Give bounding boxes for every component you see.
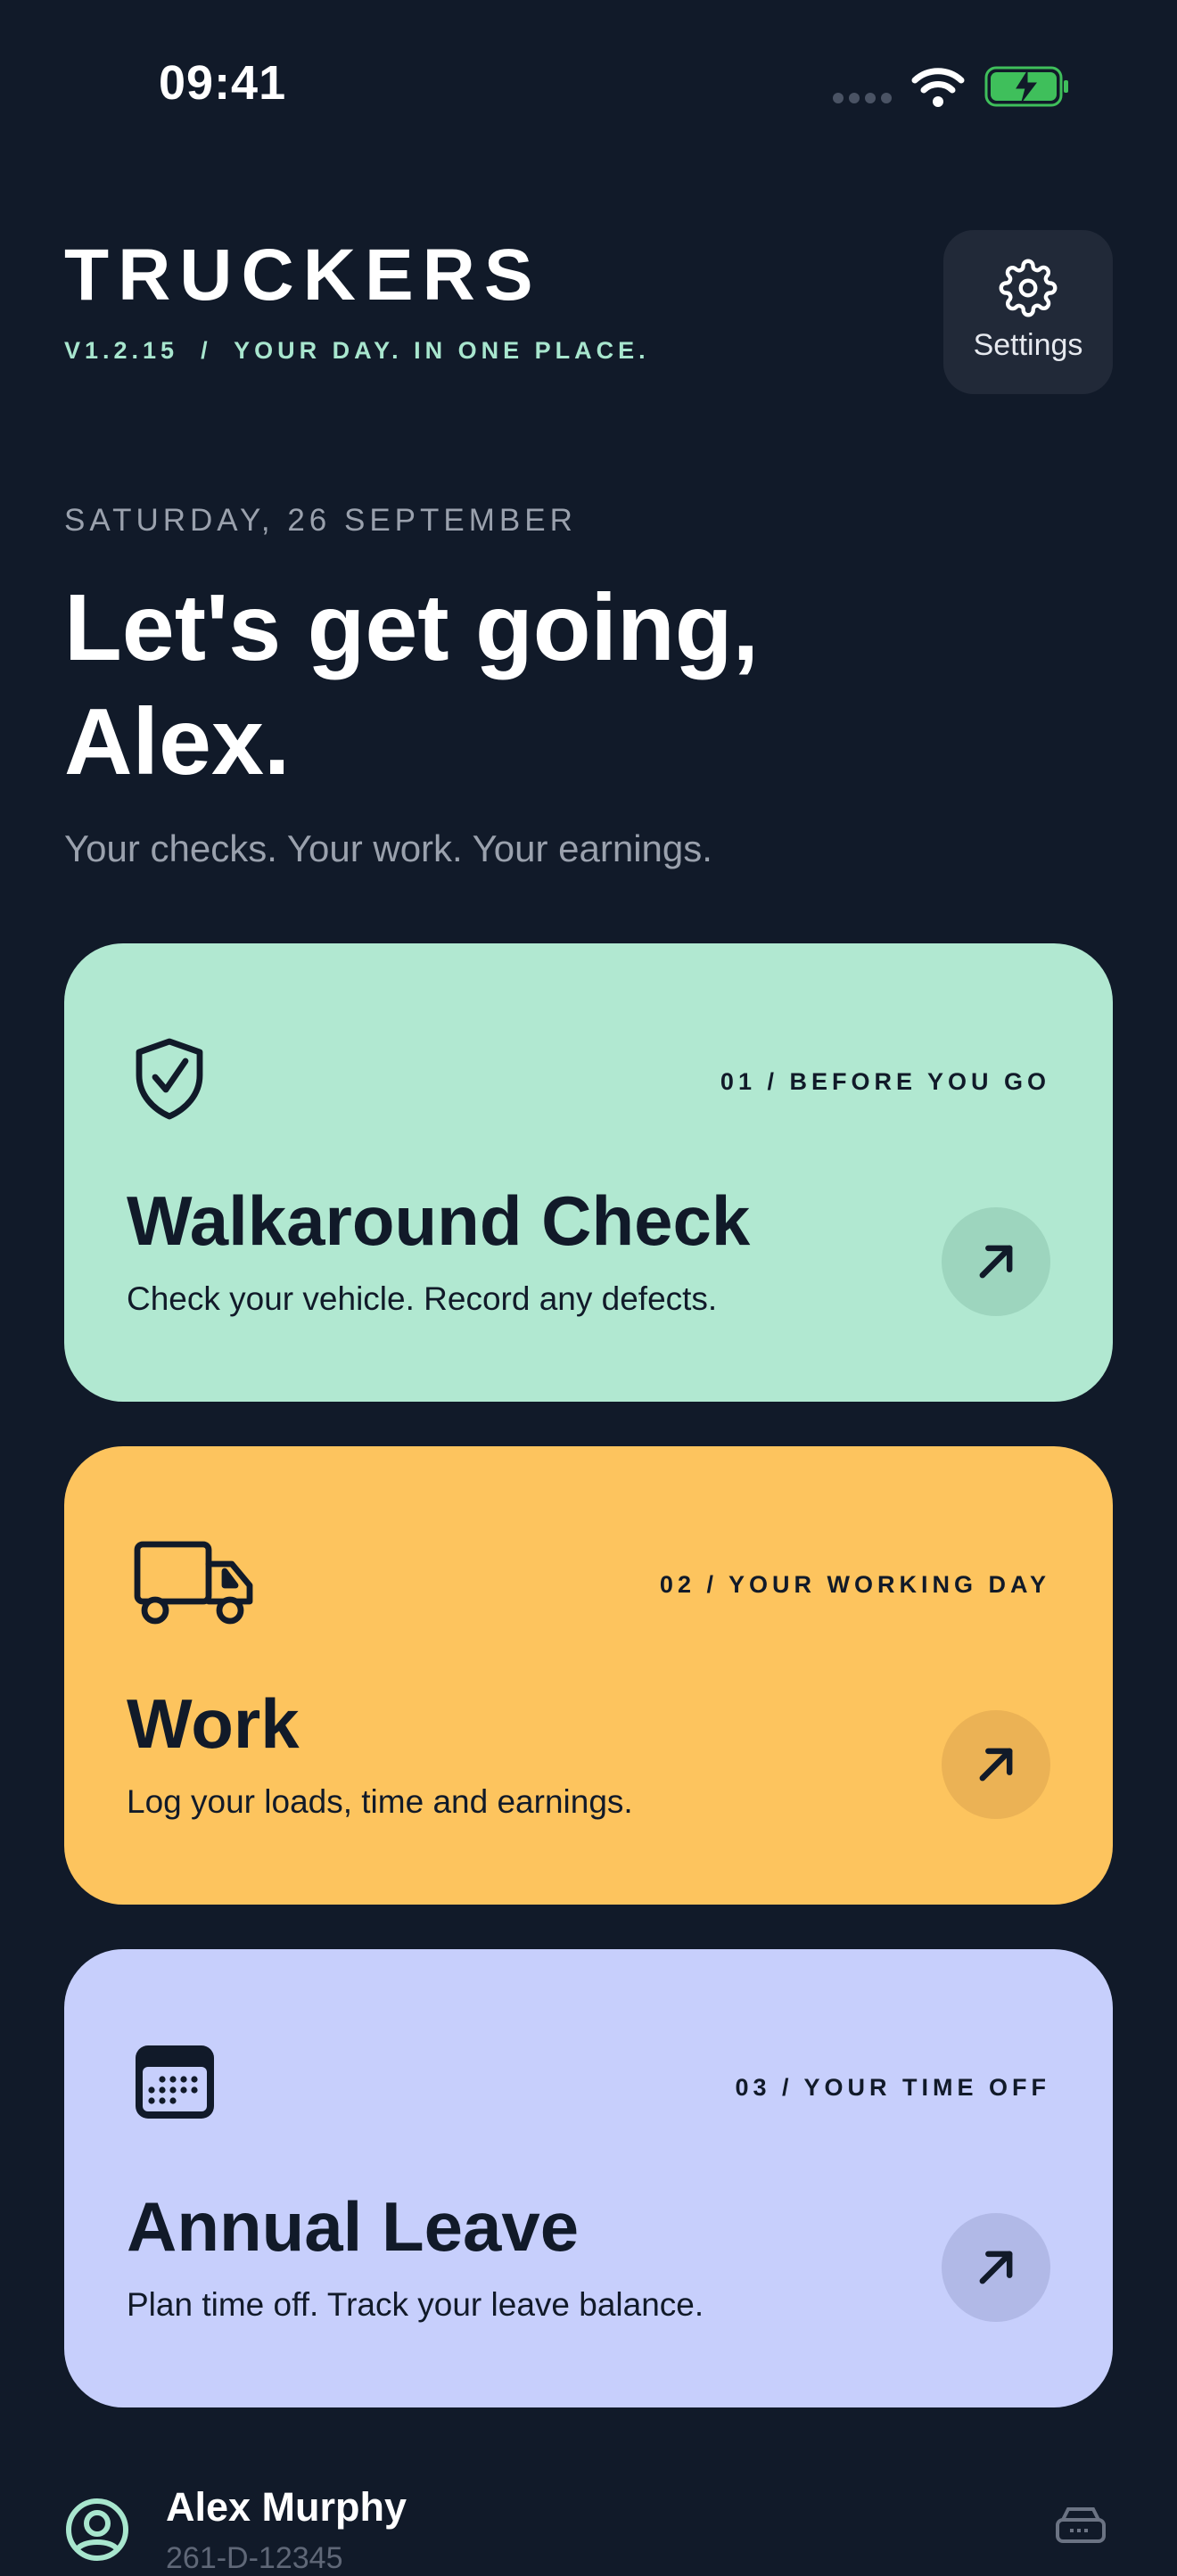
settings-button[interactable]: Settings <box>943 230 1113 394</box>
cellular-signal-icon <box>833 93 892 103</box>
card-description: Check your vehicle. Record any defects. <box>127 1280 718 1317</box>
arrow-up-right-icon <box>979 2251 1013 2284</box>
open-walkaround-button[interactable] <box>942 1207 1050 1316</box>
app-logo-text: TRUCKERS <box>64 235 542 316</box>
greeting-headline: Let's get going, Alex. <box>64 575 759 794</box>
open-work-button[interactable] <box>942 1710 1050 1819</box>
arrow-up-right-icon <box>979 1245 1013 1279</box>
card-title: Work <box>127 1684 300 1763</box>
card-step-label: 03 / YOUR TIME OFF <box>735 2074 1050 2101</box>
status-time: 09:41 <box>159 56 287 110</box>
current-date: SATURDAY, 26 SEPTEMBER <box>64 503 577 538</box>
arrow-up-right-icon <box>979 1748 1013 1782</box>
wifi-icon <box>911 68 965 107</box>
shield-check-icon <box>136 1038 203 1120</box>
greeting-subtitle: Your checks. Your work. Your earnings. <box>64 827 712 869</box>
card-title: Walkaround Check <box>127 1181 751 1260</box>
annual-leave-card[interactable]: 03 / YOUR TIME OFF Annual Leave Plan tim… <box>64 1949 1113 2407</box>
gear-icon <box>999 259 1058 317</box>
card-description: Log your loads, time and earnings. <box>127 1783 633 1820</box>
battery-charging-icon <box>984 66 1068 107</box>
card-step-label: 01 / BEFORE YOU GO <box>720 1068 1050 1095</box>
vehicle-icon[interactable] <box>1054 2506 1107 2557</box>
user-name: Alex Murphy <box>166 2484 407 2530</box>
card-step-label: 02 / YOUR WORKING DAY <box>659 1571 1050 1598</box>
open-annual-leave-button[interactable] <box>942 2213 1050 2322</box>
app-tagline: V1.2.15 / YOUR DAY. IN ONE PLACE. <box>64 337 650 364</box>
truck-icon <box>134 1541 253 1625</box>
work-card[interactable]: 02 / YOUR WORKING DAY Work Log your load… <box>64 1446 1113 1905</box>
user-circle-icon[interactable] <box>64 2497 130 2563</box>
card-description: Plan time off. Track your leave balance. <box>127 2286 704 2323</box>
card-title: Annual Leave <box>127 2187 580 2266</box>
walkaround-check-card[interactable]: 01 / BEFORE YOU GO Walkaround Check Chec… <box>64 943 1113 1402</box>
settings-label: Settings <box>973 328 1083 362</box>
calendar-icon <box>136 2045 214 2119</box>
user-id: 261-D-12345 <box>166 2541 343 2575</box>
